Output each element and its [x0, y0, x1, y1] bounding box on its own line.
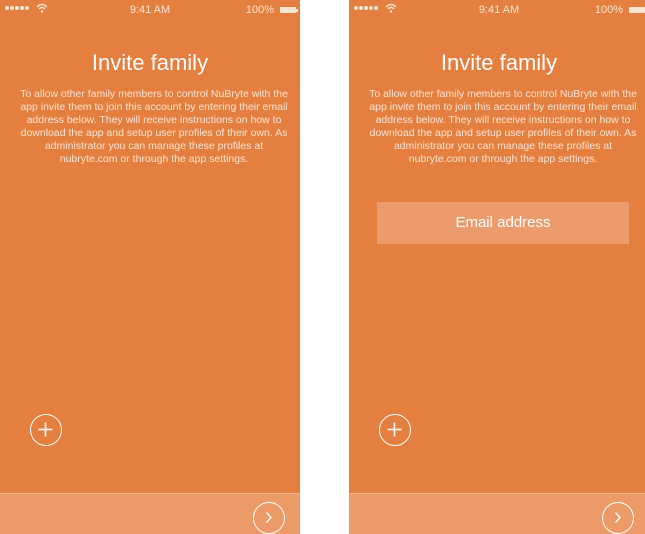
status-bar: 9:41 AM 100%: [349, 0, 645, 20]
invite-screen-with-field: 9:41 AM 100% Invite family To allow othe…: [349, 0, 645, 534]
chevron-right-circle-icon: [614, 512, 621, 523]
battery-percentage: 100%: [594, 4, 623, 16]
plus-circle-icon: [387, 422, 402, 437]
battery-percentage: 100%: [245, 4, 274, 16]
next-button[interactable]: [253, 502, 285, 534]
add-invitee-button[interactable]: [379, 414, 411, 446]
page-title: Invite family: [91, 50, 209, 75]
next-button[interactable]: [602, 502, 634, 534]
bottom-bar: [349, 493, 645, 534]
instructions-text: To allow other family members to control…: [20, 88, 288, 165]
battery-icon: [280, 7, 298, 13]
plus-circle-icon: [38, 422, 53, 437]
invite-screen-empty: 9:41 AM 100% Invite family To allow othe…: [0, 0, 300, 534]
status-bar: 9:41 AM 100%: [0, 0, 300, 20]
chevron-right-circle-icon: [265, 512, 272, 523]
instructions-text: To allow other family members to control…: [369, 88, 637, 165]
page-title: Invite family: [440, 50, 558, 75]
battery-icon: [629, 7, 645, 13]
email-address-input[interactable]: [377, 202, 629, 244]
bottom-bar: [0, 493, 300, 534]
add-invitee-button[interactable]: [30, 414, 62, 446]
